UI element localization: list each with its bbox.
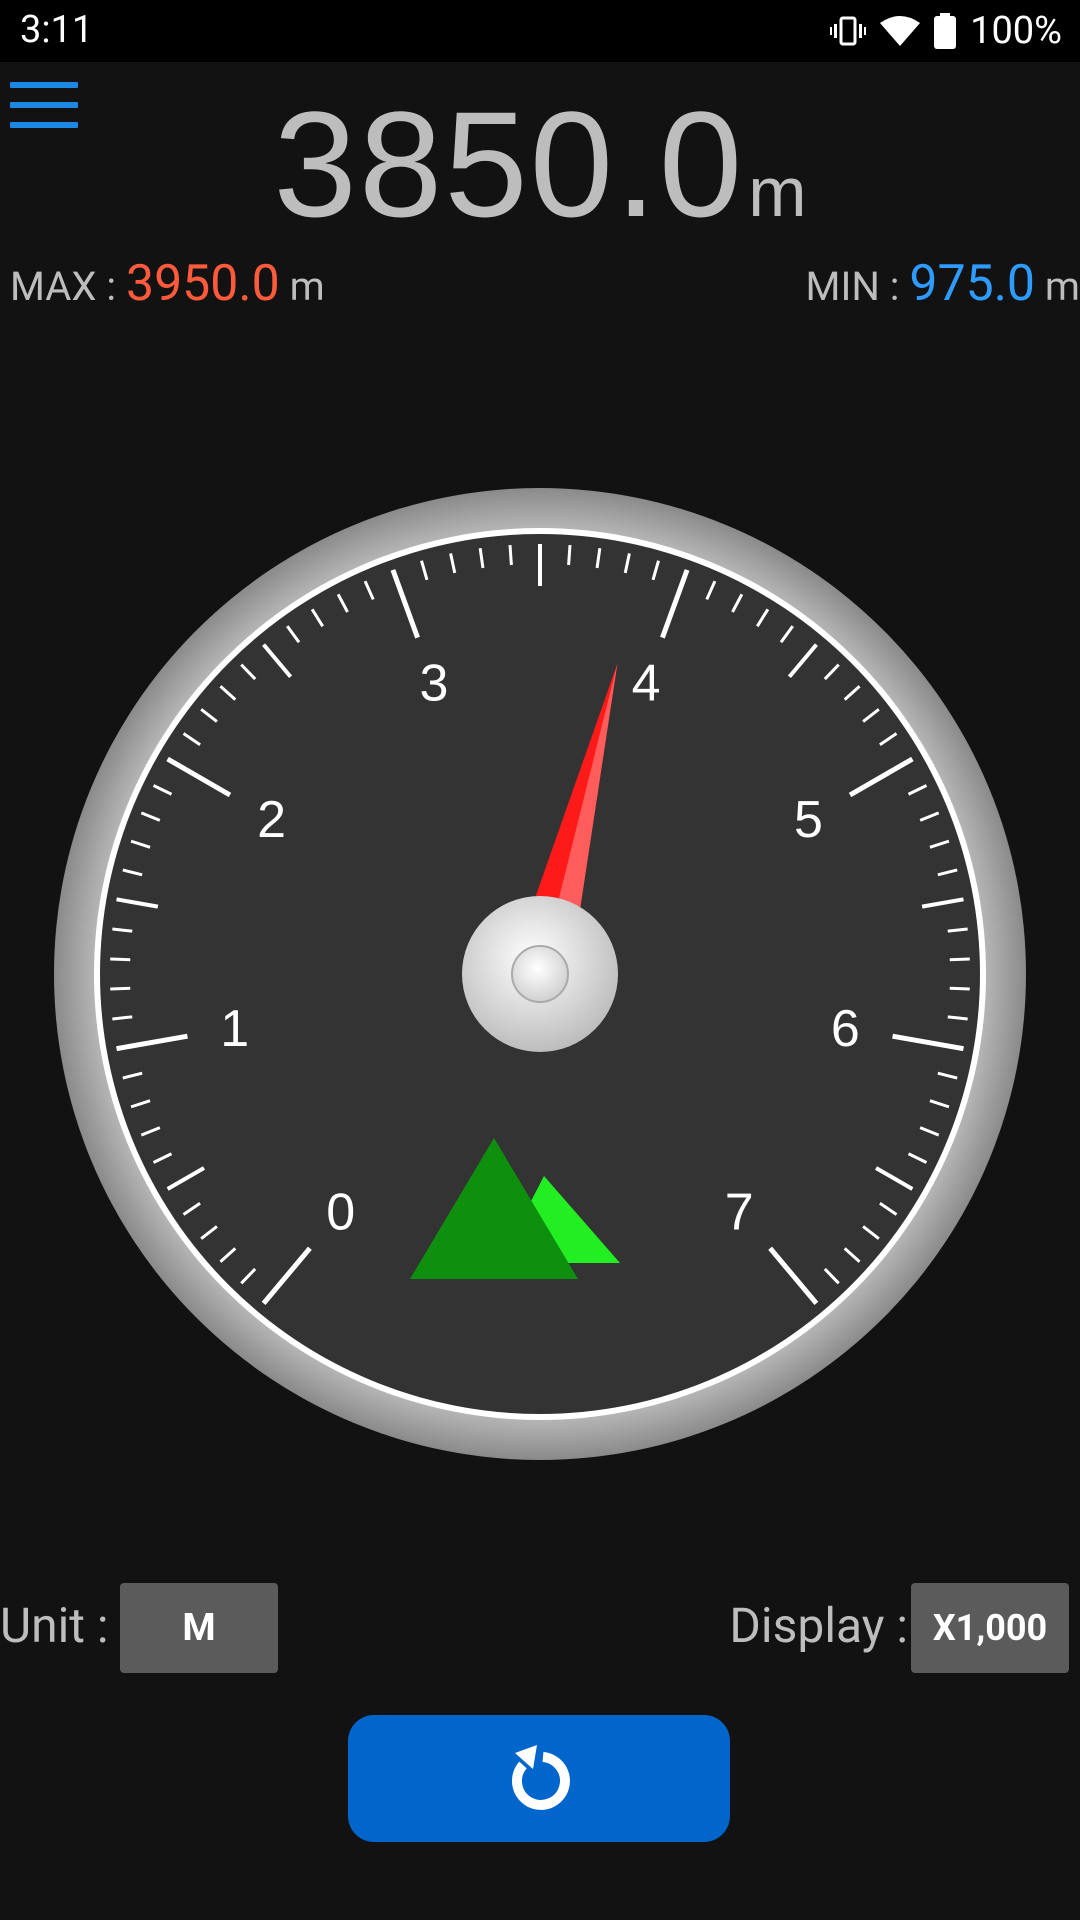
unit-button[interactable]: M [120,1583,278,1673]
max-value: 3950.0 [125,255,280,313]
gauge-hub-center [511,945,569,1003]
reset-button[interactable] [348,1715,730,1842]
altitude-value: 3850.0 [273,80,745,248]
display-label: Display : [729,1597,908,1654]
gauge-label-6: 6 [831,1000,860,1058]
gauge-label-5: 5 [794,791,823,849]
gauge-tick [112,927,133,933]
gauge-tick [110,986,131,991]
gauge-label-7: 7 [725,1183,754,1241]
gauge-tick [947,927,968,933]
gauge-tick [112,1015,133,1021]
max-unit: m [279,263,325,310]
battery-icon [934,13,957,49]
max-label: MAX : [10,263,126,310]
refresh-icon [512,1744,570,1810]
display-scale-button[interactable]: X1,000 [911,1583,1069,1673]
gauge-label-2: 2 [257,791,286,849]
gauge-label-4: 4 [632,655,661,713]
unit-label: Unit : [0,1597,109,1654]
min-readout: MIN : 975.0 m [806,255,1080,313]
gauge-tick [949,957,970,962]
status-icons: 100% [830,6,1062,56]
gauge-tick [949,986,970,991]
gauge-tick [110,957,131,962]
min-unit: m [1035,263,1080,310]
vibrate-icon [830,16,867,46]
altitude-unit: m [748,153,807,231]
gauge-label-3: 3 [420,655,449,713]
status-bar: 3:11 100% [0,0,1080,62]
min-value: 975.0 [909,255,1035,313]
altitude-readout: 3850.0m [0,78,1080,251]
gauge-label-0: 0 [326,1183,355,1241]
gauge-tick [567,544,572,566]
min-label: MIN : [805,263,910,310]
gauge-tick [947,1015,968,1021]
altimeter-gauge: 0 1 2 3 4 5 6 7 [54,488,1026,1460]
battery-percent: 100% [970,9,1062,53]
gauge-label-1: 1 [220,1000,249,1058]
wifi-icon [880,16,921,46]
gauge-tick [508,544,513,566]
status-time: 3:11 [20,8,94,52]
max-readout: MAX : 3950.0 m [10,255,325,313]
